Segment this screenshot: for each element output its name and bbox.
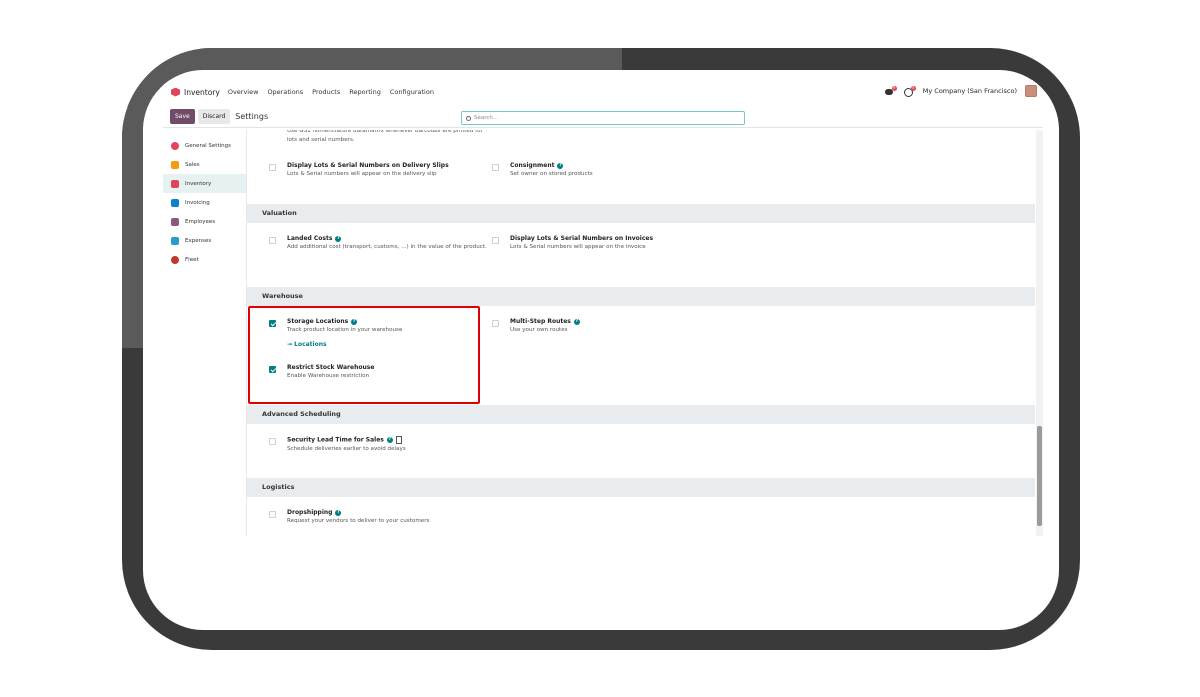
sidebar-item-employees[interactable]: Employees xyxy=(163,212,246,231)
invoicing-icon xyxy=(171,198,179,207)
sidebar-item-fleet[interactable]: Fleet xyxy=(163,250,246,269)
sidebar-item-label: Employees xyxy=(185,218,216,225)
landed-costs-label: Landed Costs xyxy=(287,235,333,242)
section-advanced-scheduling: Advanced Scheduling xyxy=(247,405,1035,424)
control-panel: Save Discard Settings Search... xyxy=(163,106,1043,128)
multi-step-routes-label: Multi-Step Routes xyxy=(510,318,571,325)
sidebar-item-expenses[interactable]: Expenses xyxy=(163,231,246,250)
multi-step-routes-desc: Use your own routes xyxy=(510,327,568,333)
dropshipping-checkbox[interactable] xyxy=(269,511,276,518)
landed-costs-title: Landed Costs? xyxy=(287,235,487,242)
avatar[interactable] xyxy=(1025,85,1037,97)
discard-button[interactable]: Discard xyxy=(197,109,231,124)
security-lead-time-title: Security Lead Time for Sales? xyxy=(287,436,507,444)
consignment-title: Consignment? xyxy=(510,162,710,169)
employees-icon xyxy=(171,217,179,226)
help-icon[interactable]: ? xyxy=(386,437,393,443)
expenses-icon xyxy=(171,236,179,245)
scrollbar-thumb[interactable] xyxy=(1037,426,1042,526)
sidebar-item-inventory[interactable]: Inventory xyxy=(163,174,246,193)
general-settings-icon xyxy=(171,141,179,150)
screen: Inventory Overview Operations Products R… xyxy=(143,70,1059,630)
nav-configuration[interactable]: Configuration xyxy=(390,88,434,96)
sidebar-item-label: General Settings xyxy=(185,142,231,149)
settings-sidebar: General Settings Sales Inventory Invoici… xyxy=(163,130,247,536)
dropshipping-label: Dropshipping xyxy=(287,509,333,516)
chat-icon[interactable]: 9 xyxy=(884,85,897,96)
inventory-logo-icon[interactable] xyxy=(171,87,180,97)
fleet-icon xyxy=(171,255,179,264)
sidebar-item-label: Expenses xyxy=(185,237,212,244)
nav-overview[interactable]: Overview xyxy=(228,88,259,96)
multi-step-routes-setting: Multi-Step Routes? Use your own routes xyxy=(510,318,710,335)
lots-invoice-setting: Display Lots & Serial Numbers on Invoice… xyxy=(510,235,710,252)
content-scrollbar[interactable] xyxy=(1036,130,1043,536)
sidebar-item-invoicing[interactable]: Invoicing xyxy=(163,193,246,212)
security-lead-time-desc: Schedule deliveries earlier to avoid del… xyxy=(287,446,406,452)
search-placeholder: Search... xyxy=(474,115,499,121)
dropshipping-setting: Dropshipping? Request your vendors to de… xyxy=(287,509,507,526)
lots-delivery-desc: Lots & Serial numbers will appear on the… xyxy=(287,171,437,177)
multi-step-routes-checkbox[interactable] xyxy=(492,320,499,327)
sidebar-item-label: Sales xyxy=(185,161,200,168)
consignment-label: Consignment xyxy=(510,162,555,169)
company-switcher[interactable]: My Company (San Francisco) xyxy=(923,87,1017,95)
lots-delivery-checkbox[interactable] xyxy=(269,164,276,171)
building-icon xyxy=(395,436,402,444)
dropshipping-desc: Request your vendors to deliver to your … xyxy=(287,518,430,524)
top-navbar: Inventory Overview Operations Products R… xyxy=(163,80,1043,104)
security-lead-time-setting: Security Lead Time for Sales? Schedule d… xyxy=(287,436,507,454)
lots-invoice-checkbox[interactable] xyxy=(492,237,499,244)
chat-badge: 9 xyxy=(891,85,897,91)
lots-delivery-title: Display Lots & Serial Numbers on Deliver… xyxy=(287,162,449,169)
lots-delivery-setting: Display Lots & Serial Numbers on Deliver… xyxy=(287,162,487,179)
help-icon[interactable]: ? xyxy=(335,509,342,516)
activity-clock-icon[interactable]: 5 xyxy=(903,85,916,97)
landed-costs-checkbox[interactable] xyxy=(269,237,276,244)
sales-icon xyxy=(171,160,179,169)
inventory-icon xyxy=(171,179,179,188)
security-lead-time-label: Security Lead Time for Sales xyxy=(287,436,384,444)
activity-badge: 5 xyxy=(910,85,916,91)
lots-invoice-desc: Lots & Serial numbers will appear on the… xyxy=(510,244,646,250)
warehouse-highlight-box xyxy=(248,306,480,404)
app-name[interactable]: Inventory xyxy=(184,88,220,97)
consignment-checkbox[interactable] xyxy=(492,164,499,171)
nav-operations[interactable]: Operations xyxy=(267,88,303,96)
section-warehouse: Warehouse xyxy=(247,287,1035,306)
landed-costs-setting: Landed Costs? Add additional cost (trans… xyxy=(287,235,487,252)
lots-invoice-title: Display Lots & Serial Numbers on Invoice… xyxy=(510,235,654,242)
help-icon[interactable]: ? xyxy=(335,235,342,242)
navbar-right: 9 5 My Company (San Francisco) xyxy=(884,85,1037,97)
search-icon xyxy=(466,115,471,121)
sidebar-item-label: Fleet xyxy=(185,256,199,263)
help-icon[interactable]: ? xyxy=(557,162,564,169)
dropshipping-title: Dropshipping? xyxy=(287,509,507,516)
page-title: Settings xyxy=(235,112,269,121)
sidebar-item-general-settings[interactable]: General Settings xyxy=(163,136,246,155)
sidebar-item-sales[interactable]: Sales xyxy=(163,155,246,174)
section-valuation: Valuation xyxy=(247,204,1035,223)
search-input[interactable]: Search... xyxy=(461,111,745,125)
save-button[interactable]: Save xyxy=(170,109,195,124)
nav-reporting[interactable]: Reporting xyxy=(349,88,381,96)
nav-products[interactable]: Products xyxy=(312,88,340,96)
section-logistics: Logistics xyxy=(247,478,1035,497)
sidebar-item-label: Inventory xyxy=(185,180,212,187)
gs1-setting: Use GS1 nomenclature datamatrix whenever… xyxy=(287,130,487,145)
multi-step-routes-title: Multi-Step Routes? xyxy=(510,318,710,325)
help-icon[interactable]: ? xyxy=(573,318,580,325)
sidebar-item-label: Invoicing xyxy=(185,199,210,206)
gs1-desc: Use GS1 nomenclature datamatrix whenever… xyxy=(287,130,483,143)
app-window: Inventory Overview Operations Products R… xyxy=(163,80,1043,536)
consignment-desc: Set owner on stored products xyxy=(510,171,593,177)
consignment-setting: Consignment? Set owner on stored product… xyxy=(510,162,710,179)
security-lead-time-checkbox[interactable] xyxy=(269,438,276,445)
landed-costs-desc: Add additional cost (transport, customs,… xyxy=(287,244,487,250)
